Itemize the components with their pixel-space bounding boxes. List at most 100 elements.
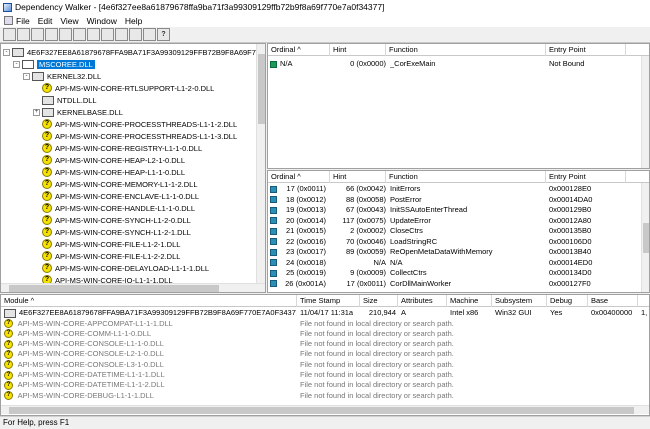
undecorate-icon[interactable] (101, 28, 114, 41)
tree-item[interactable]: ? API-MS-WIN-CORE-HEAP-L2-1-0.DLL (42, 154, 185, 166)
table-row[interactable]: 21 (0x0015) 2 (0x0002) CloseCtrs 0x000135B0 (268, 226, 641, 236)
imports-pane[interactable]: Ordinal ^ Hint Function Entry Point N/A … (267, 43, 650, 169)
module-icon[interactable] (115, 28, 128, 41)
col-attributes[interactable]: Attributes (398, 295, 447, 307)
tree-item[interactable]: ? API-MS-WIN-CORE-FILE-L1-2-1.DLL (42, 238, 180, 250)
col-time-stamp[interactable]: Time Stamp (297, 295, 360, 307)
exports-pane[interactable]: Ordinal ^ Hint Function Entry Point 17 (… (267, 170, 650, 293)
tree-item[interactable]: ? API-MS-WIN-CORE-ENCLAVE-L1-1-0.DLL (42, 190, 199, 202)
col-entry-point[interactable]: Entry Point (546, 44, 626, 56)
tree-item[interactable]: ? API-MS-WIN-CORE-RTLSUPPORT-L1-2-0.DLL (42, 82, 214, 94)
imports-vertical-scrollbar[interactable] (641, 56, 649, 168)
col-module[interactable]: Module ^ (1, 295, 297, 307)
expand-toggle-icon[interactable]: + (33, 108, 40, 116)
table-row[interactable]: ? API-MS-WIN-CORE-CONSOLE-L2-1-0.DLL File… (1, 349, 641, 359)
tree-item[interactable]: ? API-MS-WIN-CORE-MEMORY-L1-1-2.DLL (42, 178, 198, 190)
table-row[interactable]: ? API-MS-WIN-CORE-APPCOMPAT-L1-1-1.DLL Fi… (1, 319, 641, 329)
col-base[interactable]: Base (588, 295, 638, 307)
col-function[interactable]: Function (386, 171, 546, 183)
col-machine[interactable]: Machine (447, 295, 492, 307)
tree-item-kernel32[interactable]: - KERNEL32.DLL (23, 70, 101, 82)
tree-item-mscoree[interactable]: - MSCOREE.DLL (13, 58, 95, 70)
module-tree-pane[interactable]: - 4E6F327EE8A61879678FFA9BA71F3A99309129… (0, 43, 266, 293)
expand-icon[interactable] (59, 28, 72, 41)
list-icon[interactable] (129, 28, 142, 41)
tree-item[interactable]: + KERNELBASE.DLL (33, 106, 123, 118)
table-row[interactable]: 23 (0x0017) 89 (0x0059) ReOpenMetaDataWith… (268, 247, 641, 257)
tree-item[interactable]: ? API-MS-WIN-CORE-DELAYLOAD-L1-1-1.DLL (42, 262, 209, 274)
collapse-toggle-icon[interactable]: - (13, 60, 20, 68)
table-row[interactable]: ? API-MS-WIN-CORE-DATETIME-L1-1-1.DLL Fil… (1, 370, 641, 380)
save-icon[interactable] (17, 28, 30, 41)
imported-function-icon (270, 60, 277, 68)
table-row[interactable]: 26 (0x001A) 17 (0x0011) CorDllMainWorker 0x… (268, 279, 641, 289)
scroll-thumb[interactable] (258, 54, 265, 124)
app-icon (3, 2, 12, 12)
table-row[interactable]: ? API-MS-WIN-CORE-DEBUG-L1-1-1.DLL File n… (1, 391, 641, 401)
help-icon[interactable]: ? (157, 28, 170, 41)
table-row[interactable]: 17 (0x0011) 66 (0x0042) InitErrors 0x000128… (268, 184, 641, 194)
table-row[interactable]: 22 (0x0016) 70 (0x0046) LoadStringRC 0x0001… (268, 237, 641, 247)
menu-file[interactable]: File (16, 16, 30, 26)
table-row[interactable]: ? API-MS-WIN-CORE-DATETIME-L1-1-2.DLL Fil… (1, 380, 641, 390)
table-row[interactable]: 4E6F327EE8A61879678FFA9BA71F3A99309129FF… (1, 308, 649, 318)
entry-cell: 0x000129B0 (549, 205, 592, 214)
col-hint[interactable]: Hint (330, 171, 386, 183)
modules-horizontal-scrollbar[interactable] (1, 405, 649, 414)
collapse-toggle-icon[interactable]: - (3, 48, 10, 56)
tree-item[interactable]: ? API-MS-WIN-CORE-PROCESSTHREADS-L1-1-3.D… (42, 130, 237, 142)
tree-item[interactable]: NTDLL.DLL (42, 94, 97, 106)
table-row[interactable]: 25 (0x0019) 9 (0x0009) CollectCtrs 0x000134… (268, 268, 641, 278)
col-subsystem[interactable]: Subsystem (492, 295, 547, 307)
col-debug[interactable]: Debug (547, 295, 588, 307)
find-icon[interactable] (45, 28, 58, 41)
document-icon[interactable] (4, 16, 13, 25)
scroll-thumb[interactable] (9, 407, 634, 414)
table-row[interactable]: ? API-MS-WIN-CORE-COMM-L1-1-0.DLL File no… (1, 329, 641, 339)
tree-item[interactable]: ? API-MS-WIN-CORE-HANDLE-L1-1-0.DLL (42, 202, 195, 214)
ordinal-value: 18 (0x0012) (285, 194, 326, 204)
col-size[interactable]: Size (360, 295, 398, 307)
exports-vertical-scrollbar[interactable] (641, 183, 649, 292)
tree-root[interactable]: - 4E6F327EE8A61879678FFA9BA71F3A99309129… (3, 46, 265, 58)
col-entry-point[interactable]: Entry Point (546, 171, 626, 183)
tree-item[interactable]: ? API-MS-WIN-CORE-FILE-L1-2-2.DLL (42, 250, 180, 262)
tree-item[interactable]: ? API-MS-WIN-CORE-PROCESSTHREADS-L1-1-2.D… (42, 118, 237, 130)
function-cell: CloseCtrs (390, 226, 423, 235)
menu-window[interactable]: Window (87, 16, 117, 26)
tree-item[interactable]: ? API-MS-WIN-CORE-HEAP-L1-1-0.DLL (42, 166, 185, 178)
scroll-thumb[interactable] (643, 223, 649, 253)
table-row[interactable]: ? API-MS-WIN-CORE-CONSOLE-L3-1-0.DLL File… (1, 360, 641, 370)
table-row[interactable]: 18 (0x0012) 88 (0x0058) PostError 0x00014DA… (268, 195, 641, 205)
table-row[interactable]: N/A 0 (0x0000) _CorExeMain Not Bound (268, 59, 649, 69)
col-hint[interactable]: Hint (330, 44, 386, 56)
table-row[interactable]: ? API-MS-WIN-CORE-CONSOLE-L1-1-0.DLL File… (1, 339, 641, 349)
properties-icon[interactable] (143, 28, 156, 41)
col-extra[interactable] (638, 295, 649, 307)
copy-icon[interactable] (31, 28, 44, 41)
collapse-icon[interactable] (73, 28, 86, 41)
table-row[interactable]: 20 (0x0014) 117 (0x0075) UpdateError 0x0001… (268, 216, 641, 226)
collapse-toggle-icon[interactable]: - (23, 72, 30, 80)
col-function[interactable]: Function (386, 44, 546, 56)
table-row[interactable]: 24 (0x0018) N/A N/A 0x00014ED0 (268, 258, 641, 268)
modules-pane[interactable]: Module ^ Time Stamp Size Attributes Mach… (0, 294, 650, 416)
tree-vertical-scrollbar[interactable] (256, 44, 265, 283)
tree-item[interactable]: ? API-MS-WIN-CORE-SYNCH-L1-2-1.DLL (42, 226, 191, 238)
warning-icon: ? (42, 131, 52, 141)
col-ordinal[interactable]: Ordinal ^ (268, 171, 330, 183)
menu-help[interactable]: Help (125, 16, 142, 26)
tree-item[interactable]: ? API-MS-WIN-CORE-REGISTRY-L1-1-0.DLL (42, 142, 202, 154)
tree-item-label: API-MS-WIN-CORE-HANDLE-L1-1-0.DLL (55, 203, 196, 213)
scroll-thumb[interactable] (9, 285, 219, 292)
open-icon[interactable] (3, 28, 16, 41)
menu-view[interactable]: View (60, 16, 78, 26)
ordinal-cell: 17 (0x0011) (268, 184, 326, 194)
col-ordinal[interactable]: Ordinal ^ (268, 44, 330, 56)
table-row[interactable]: 19 (0x0013) 67 (0x0043) InitSSAutoEnterThr… (268, 205, 641, 215)
tree-item[interactable]: ? API-MS-WIN-CORE-SYNCH-L1-2-0.DLL (42, 214, 191, 226)
tree-horizontal-scrollbar[interactable] (1, 283, 265, 292)
exported-function-icon (270, 269, 277, 277)
full-paths-icon[interactable] (87, 28, 100, 41)
menu-edit[interactable]: Edit (38, 16, 53, 26)
